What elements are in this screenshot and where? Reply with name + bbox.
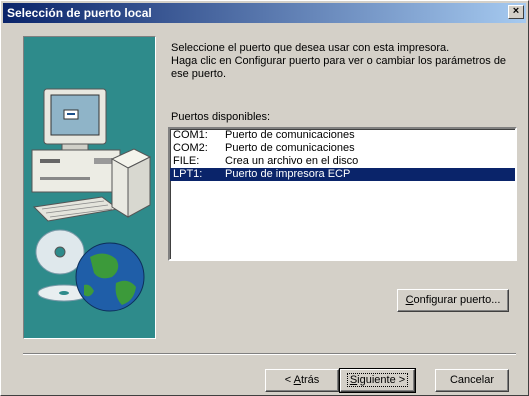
- ports-label: Puertos disponibles:: [171, 111, 271, 123]
- back-prefix: <: [284, 374, 294, 386]
- port-list-item[interactable]: FILE: Crea un archivo en el disco: [170, 155, 515, 168]
- port-list-item[interactable]: COM2: Puerto de comunicaciones: [170, 142, 515, 155]
- close-icon: ×: [512, 5, 520, 17]
- intro-line-2: Haga clic en Configurar puerto para ver …: [171, 55, 507, 80]
- separator: [23, 353, 516, 355]
- ports-listbox[interactable]: COM1: Puerto de comunicaciones COM2: Puerto…: [168, 127, 517, 261]
- intro-line-1: Seleccione el puerto que desea usar con …: [171, 42, 450, 54]
- computer-illustration-icon: [31, 88, 152, 312]
- close-button[interactable]: ×: [508, 5, 524, 19]
- back-button[interactable]: < Atrás: [265, 369, 339, 392]
- wizard-illustration: [23, 36, 156, 339]
- title-bar: Selección de puerto local ×: [3, 3, 526, 23]
- configure-label: onfigurar puerto...: [413, 294, 501, 306]
- port-description: Puerto de comunicaciones: [225, 129, 355, 141]
- port-name: FILE:: [173, 155, 200, 167]
- next-button[interactable]: Siguiente >: [339, 368, 416, 393]
- port-name: COM2:: [173, 142, 208, 154]
- cancel-button[interactable]: Cancelar: [435, 369, 509, 392]
- port-description: Crea un archivo en el disco: [225, 155, 359, 167]
- configure-port-button[interactable]: Configurar puerto...: [397, 289, 509, 312]
- back-label: trás: [300, 374, 320, 386]
- port-selection-dialog: Selección de puerto local × Seleccione e…: [0, 0, 529, 396]
- next-label: iguiente >: [357, 374, 406, 386]
- port-list-item[interactable]: COM1: Puerto de comunicaciones: [170, 129, 515, 142]
- back-accel: A: [293, 374, 301, 386]
- port-description: Puerto de comunicaciones: [225, 142, 355, 154]
- configure-accel: C: [405, 294, 414, 306]
- next-inner: Siguiente >: [346, 373, 409, 387]
- port-description: Puerto de impresora ECP: [225, 168, 351, 180]
- port-name: LPT1:: [173, 168, 203, 180]
- intro-text: Seleccione el puerto que desea usar con …: [171, 42, 516, 81]
- port-list-item[interactable]: LPT1: Puerto de impresora ECP: [170, 168, 515, 181]
- port-name: COM1:: [173, 129, 208, 141]
- window-title: Selección de puerto local: [7, 6, 152, 20]
